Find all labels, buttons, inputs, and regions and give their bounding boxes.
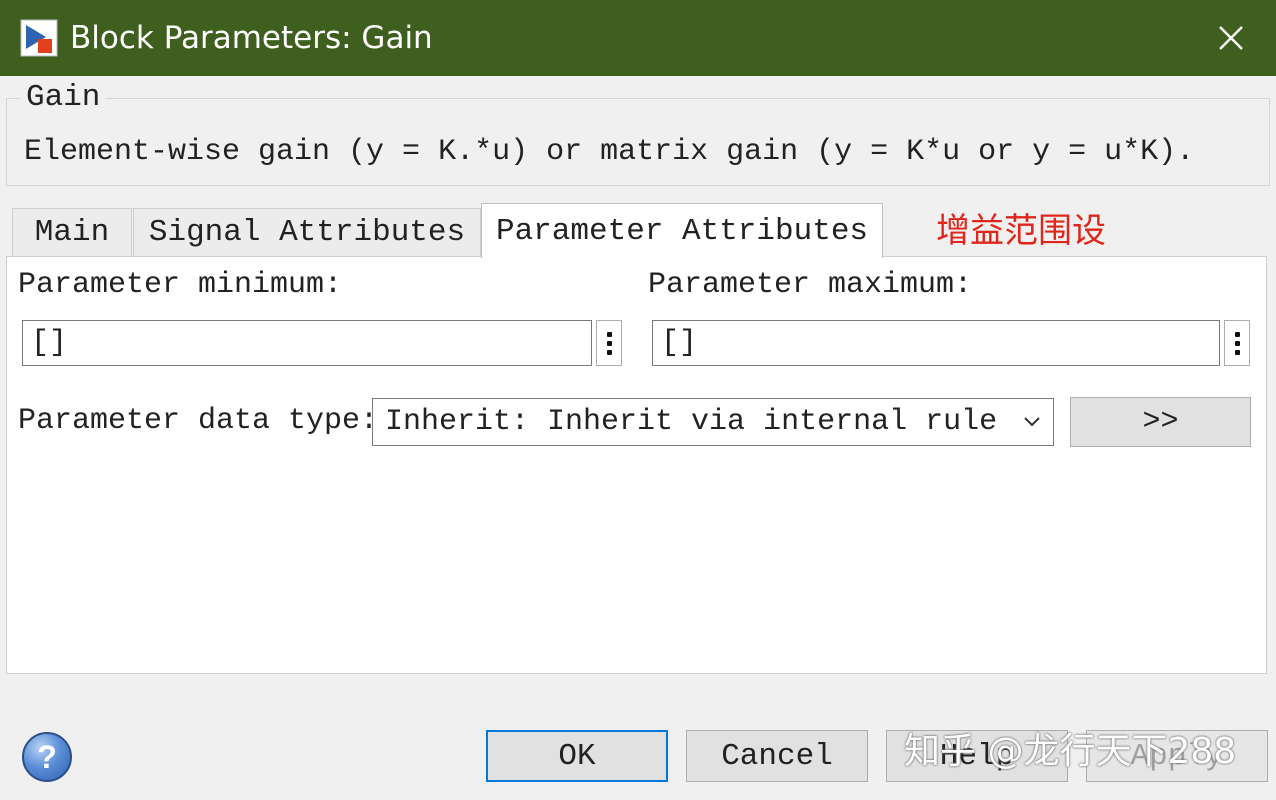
block-description: Element-wise gain (y = K.*u) or matrix g… bbox=[24, 135, 1195, 169]
parameter-minimum-label: Parameter minimum: bbox=[18, 268, 343, 302]
parameter-data-type-label: Parameter data type: bbox=[18, 404, 379, 438]
close-button[interactable] bbox=[1186, 0, 1276, 76]
tab-panel bbox=[6, 256, 1267, 674]
parameter-minimum-menu-button[interactable] bbox=[596, 320, 622, 366]
tab-main[interactable]: Main bbox=[12, 208, 132, 256]
window-title: Block Parameters: Gain bbox=[70, 20, 433, 56]
kebab-menu-icon bbox=[606, 331, 612, 337]
parameter-maximum-menu-button[interactable] bbox=[1224, 320, 1250, 366]
close-icon bbox=[1219, 26, 1243, 50]
parameter-data-type-select[interactable]: Inherit: Inherit via internal rule bbox=[372, 398, 1054, 446]
parameter-data-type-value: Inherit: Inherit via internal rule bbox=[385, 405, 998, 439]
watermark: 知乎 @龙行天下288 bbox=[904, 731, 1237, 772]
chevron-down-icon bbox=[1019, 399, 1045, 445]
data-type-assistant-button[interactable]: >> bbox=[1070, 397, 1251, 447]
simulink-block-icon bbox=[20, 19, 58, 57]
description-legend: Gain bbox=[20, 80, 107, 115]
parameter-maximum-input[interactable]: [] bbox=[652, 320, 1220, 366]
parameter-maximum-label: Parameter maximum: bbox=[648, 268, 973, 302]
kebab-menu-icon bbox=[1234, 331, 1240, 337]
tab-signal-attributes[interactable]: Signal Attributes bbox=[133, 208, 481, 256]
red-annotation: 增益范围设 bbox=[936, 211, 1106, 251]
help-icon[interactable]: ? bbox=[22, 732, 72, 782]
tab-parameter-attributes[interactable]: Parameter Attributes bbox=[481, 203, 883, 258]
cancel-button[interactable]: Cancel bbox=[686, 730, 868, 782]
title-bar: Block Parameters: Gain bbox=[0, 0, 1276, 76]
ok-button[interactable]: OK bbox=[486, 730, 668, 782]
parameter-minimum-input[interactable]: [] bbox=[22, 320, 592, 366]
